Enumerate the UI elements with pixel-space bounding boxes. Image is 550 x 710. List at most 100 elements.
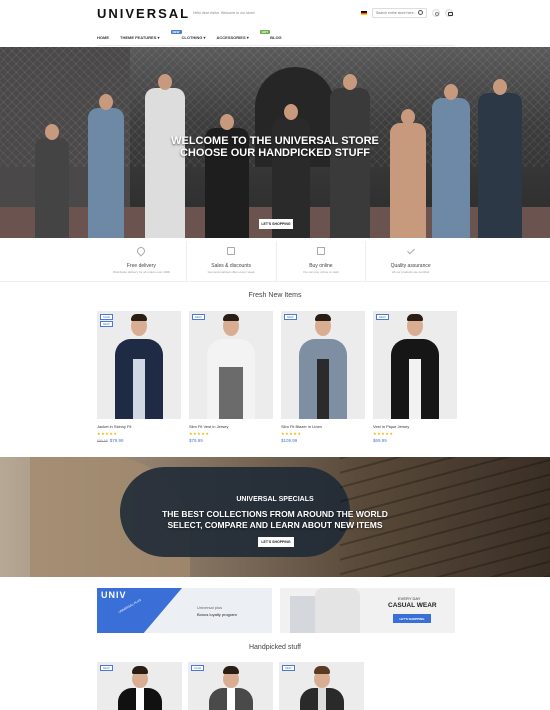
product-name[interactable]: Slim Fit Blazer in Linen: [281, 424, 322, 429]
site-logo[interactable]: UNIVERSAL: [97, 6, 190, 21]
bag-icon: [316, 247, 325, 255]
feature-free-delivery: Free delivery Worldwide delivery for all…: [97, 241, 187, 281]
hero-banner: WELCOME TO THE UNIVERSAL STORE CHOOSE OU…: [0, 47, 550, 238]
loyalty-card-logo: UNIV: [101, 590, 127, 600]
product-name[interactable]: Vest in Pique Jersey: [373, 424, 409, 429]
product-card[interactable]: NEW: [97, 662, 182, 710]
hero-model: [478, 79, 522, 238]
hero-model: [145, 74, 185, 238]
user-icon[interactable]: [432, 9, 440, 17]
product-price: $99.99 $79.99: [97, 438, 123, 443]
specials-subtitle: UNIVERSAL SPECIALS: [236, 496, 314, 503]
product-image[interactable]: SALE NEW: [97, 311, 181, 419]
new-badge: NEW: [376, 314, 389, 320]
product-name[interactable]: Jacket in Skinny Fit: [97, 424, 131, 429]
nav-theme-features[interactable]: THEME FEATURES ▾: [120, 35, 160, 40]
handpicked-title: Handpicked stuff: [248, 644, 301, 651]
cart-icon[interactable]: [445, 9, 453, 17]
hero-title: WELCOME TO THE UNIVERSAL STORE CHOOSE OU…: [171, 135, 379, 159]
feature-title: Buy online: [309, 263, 333, 269]
nav-label: THEME FEATURES ▾: [120, 35, 160, 40]
new-badge: NEW: [284, 314, 297, 320]
casual-title: CASUAL WEAR: [388, 602, 437, 609]
price: $79.99: [109, 438, 124, 443]
feature-title: Sales & discounts: [211, 263, 251, 269]
check-icon: [406, 246, 415, 255]
product-price: $109.99: [281, 438, 297, 443]
model-shirt: [317, 359, 329, 419]
main-nav: HOME THEME FEATURES ▾ NEWCLOTHING ▾ ACCE…: [97, 30, 282, 40]
product-card[interactable]: NEW Slim Fit Vest in Jersey ★★★★★ $79.99: [189, 311, 273, 443]
sale-badge: SALE: [100, 314, 114, 320]
nav-label: BLOG: [270, 35, 282, 40]
feature-buy-online: Buy online You can pay online or cash: [277, 241, 367, 281]
search-icon[interactable]: [418, 10, 423, 15]
price: $79.99: [189, 438, 203, 443]
rating-stars: ★★★★★: [97, 431, 118, 436]
casual-shop-button[interactable]: LET'S SHOPPING: [393, 614, 431, 623]
new-badge: NEW: [282, 665, 295, 671]
feature-subtitle: All our products are certified: [391, 270, 430, 274]
model-vest: [219, 367, 243, 419]
model-hair: [223, 314, 239, 321]
nav-label: CLOTHING ▾: [181, 35, 206, 40]
sale-badge: SALE: [191, 665, 205, 671]
product-card[interactable]: SALE: [188, 662, 273, 710]
feature-subtitle: Worldwide delivery for all orders over 1…: [112, 270, 170, 274]
loyalty-subtitle: Bonus loyalty program: [197, 612, 237, 617]
model-hair: [407, 314, 423, 321]
product-image[interactable]: NEW: [373, 311, 457, 419]
feature-subtitle: Get personalized offers every week: [207, 270, 255, 274]
model-hair: [315, 314, 331, 321]
rating-stars: ★★★★★: [281, 431, 302, 436]
nav-blog[interactable]: HOTBLOG: [259, 30, 282, 40]
product-image[interactable]: NEW: [189, 311, 273, 419]
old-price: $99.99: [97, 439, 108, 443]
product-image[interactable]: NEW: [281, 311, 365, 419]
hero-model: [35, 124, 69, 238]
model-shirt: [135, 688, 144, 710]
features-divider: [0, 281, 550, 282]
product-card[interactable]: NEW: [279, 662, 364, 710]
product-card[interactable]: NEW Vest in Pique Jersey ★★★★★ $69.99: [373, 311, 457, 443]
tag-icon: [227, 247, 236, 255]
product-card[interactable]: SALE NEW Jacket in Skinny Fit ★★★★★ $99.…: [97, 311, 181, 443]
casual-wear-promo[interactable]: EVERY DAY CASUAL WEAR LET'S SHOPPING: [280, 588, 455, 633]
casual-subtitle: EVERY DAY: [398, 596, 421, 601]
fresh-items-title: Fresh New Items: [248, 292, 302, 299]
hero-shop-button[interactable]: LET'S SHOPPING: [259, 219, 293, 229]
top-image: [315, 588, 360, 633]
price: $109.99: [281, 438, 298, 443]
shirt-image: [290, 596, 318, 633]
nav-home[interactable]: HOME: [97, 35, 109, 40]
specials-shop-button[interactable]: LET'S SHOPPING: [258, 537, 294, 547]
product-name[interactable]: Slim Fit Vest in Jersey: [189, 424, 228, 429]
language-flag-icon[interactable]: [361, 11, 367, 15]
model-hair: [222, 666, 239, 674]
specials-title: THE BEST COLLECTIONS FROM AROUND THE WOR…: [162, 509, 388, 530]
nav-label: ACCESSORIES ▾: [216, 35, 249, 40]
new-badge: NEW: [170, 30, 182, 34]
hero-model: [88, 94, 124, 238]
new-badge: NEW: [100, 665, 113, 671]
model-hair: [131, 314, 147, 321]
model-hair: [313, 666, 330, 674]
handpicked-products: NEW SALE NEW: [97, 662, 364, 710]
fresh-products: SALE NEW Jacket in Skinny Fit ★★★★★ $99.…: [97, 311, 457, 443]
feature-subtitle: You can pay online or cash: [302, 270, 339, 274]
product-card[interactable]: NEW Slim Fit Blazer in Linen ★★★★★ $109.…: [281, 311, 365, 443]
price: $69.99: [373, 438, 387, 443]
nav-label: HOME: [97, 35, 109, 40]
site-header: UNIVERSAL Hello dear visitor. Welcome to…: [0, 0, 550, 46]
nav-clothing[interactable]: NEWCLOTHING ▾: [170, 30, 206, 40]
rating-stars: ★★★★★: [189, 431, 210, 436]
model-shirt: [226, 688, 235, 710]
loyalty-promo[interactable]: UNIV UNIVERSAL PLUS Universal plus Bonus…: [97, 588, 272, 633]
nav-accessories[interactable]: ACCESSORIES ▾: [217, 35, 249, 40]
rating-stars: ★★★★★: [373, 431, 394, 436]
new-badge: NEW: [100, 321, 113, 327]
new-badge: NEW: [192, 314, 205, 320]
model-shirt: [133, 359, 145, 419]
features-bar: Free delivery Worldwide delivery for all…: [97, 241, 455, 281]
header-divider: [97, 45, 455, 46]
